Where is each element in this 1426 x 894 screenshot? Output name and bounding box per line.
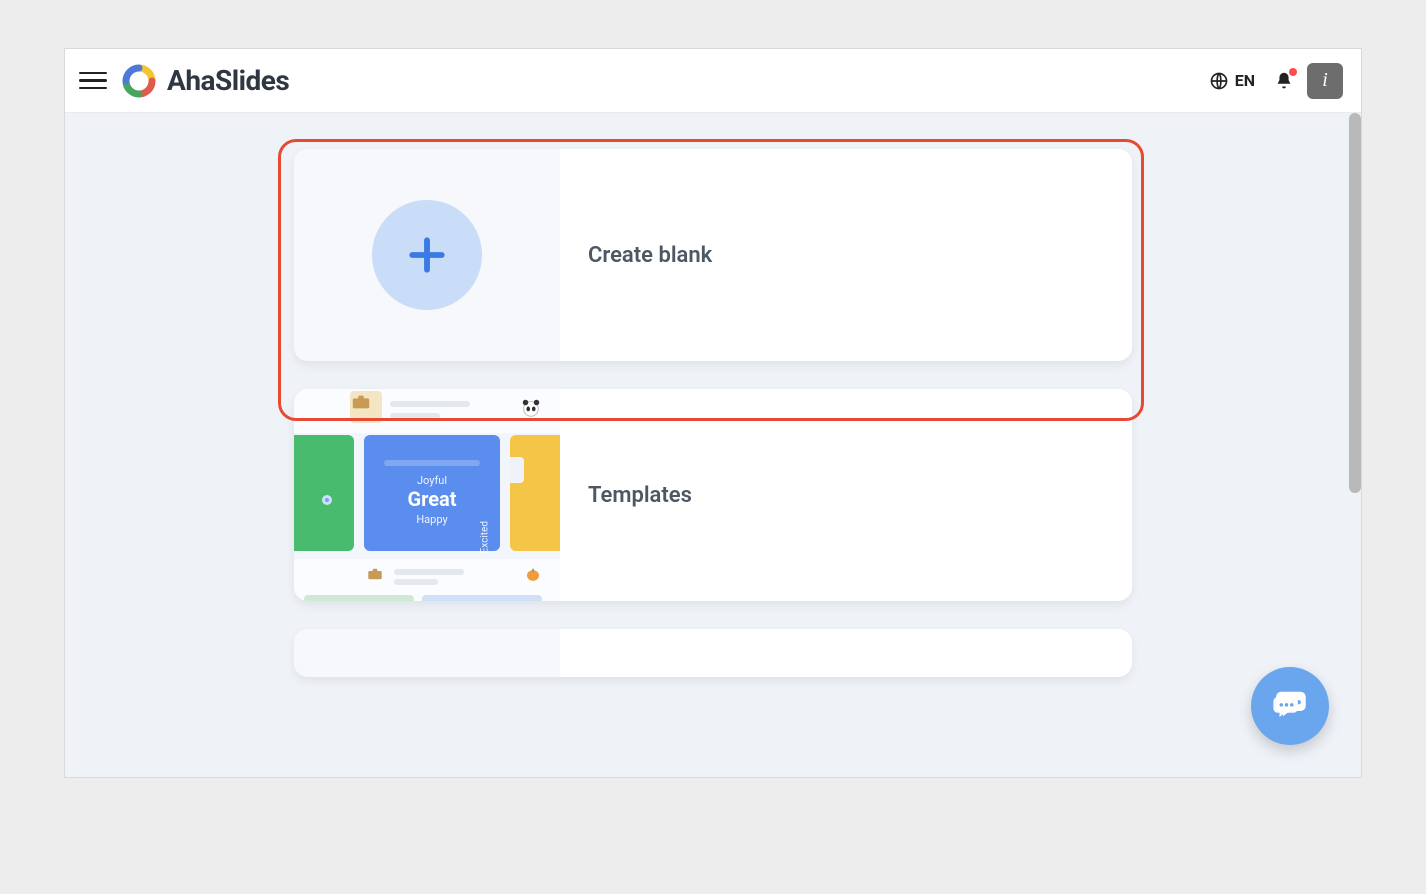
app-window: AhaSlides EN i <box>64 48 1362 778</box>
next-thumb <box>294 629 560 677</box>
tpl-word-excited: Excited <box>479 521 490 553</box>
body-area: Create blank <box>65 113 1361 777</box>
card-templates[interactable]: Joyful Great Happy Excited <box>294 389 1132 601</box>
plus-circle <box>372 200 482 310</box>
templates-title: Templates <box>588 483 692 508</box>
chat-icon <box>1269 683 1311 729</box>
brand-name: AhaSlides <box>167 64 289 97</box>
plus-icon <box>405 233 449 277</box>
tpl-word-happy: Happy <box>416 513 447 526</box>
language-label: EN <box>1235 71 1255 90</box>
card-next[interactable] <box>294 629 1132 677</box>
globe-icon <box>1209 71 1229 91</box>
radio-icon <box>322 495 332 505</box>
app-header: AhaSlides EN i <box>65 49 1361 113</box>
info-button[interactable]: i <box>1307 63 1343 99</box>
menu-button[interactable] <box>79 67 107 95</box>
brand-logo-icon <box>121 63 157 99</box>
card-create-blank[interactable]: Create blank <box>294 149 1132 361</box>
create-blank-title: Create blank <box>588 243 712 268</box>
briefcase-icon <box>350 391 382 423</box>
tpl-word-great: Great <box>407 487 456 511</box>
pumpkin-icon <box>524 565 542 587</box>
content-column: Create blank <box>294 149 1132 677</box>
templates-thumb: Joyful Great Happy Excited <box>294 389 560 601</box>
brand[interactable]: AhaSlides <box>121 63 289 99</box>
language-selector[interactable]: EN <box>1209 71 1255 91</box>
notification-dot <box>1289 68 1297 76</box>
chat-button[interactable] <box>1251 667 1329 745</box>
info-icon: i <box>1322 69 1328 92</box>
scrollbar[interactable] <box>1349 113 1361 493</box>
panda-icon <box>520 397 542 423</box>
tpl-word-joyful: Joyful <box>417 474 447 487</box>
briefcase-icon <box>366 565 384 587</box>
notifications-button[interactable] <box>1273 70 1295 92</box>
create-blank-thumb <box>294 149 560 361</box>
